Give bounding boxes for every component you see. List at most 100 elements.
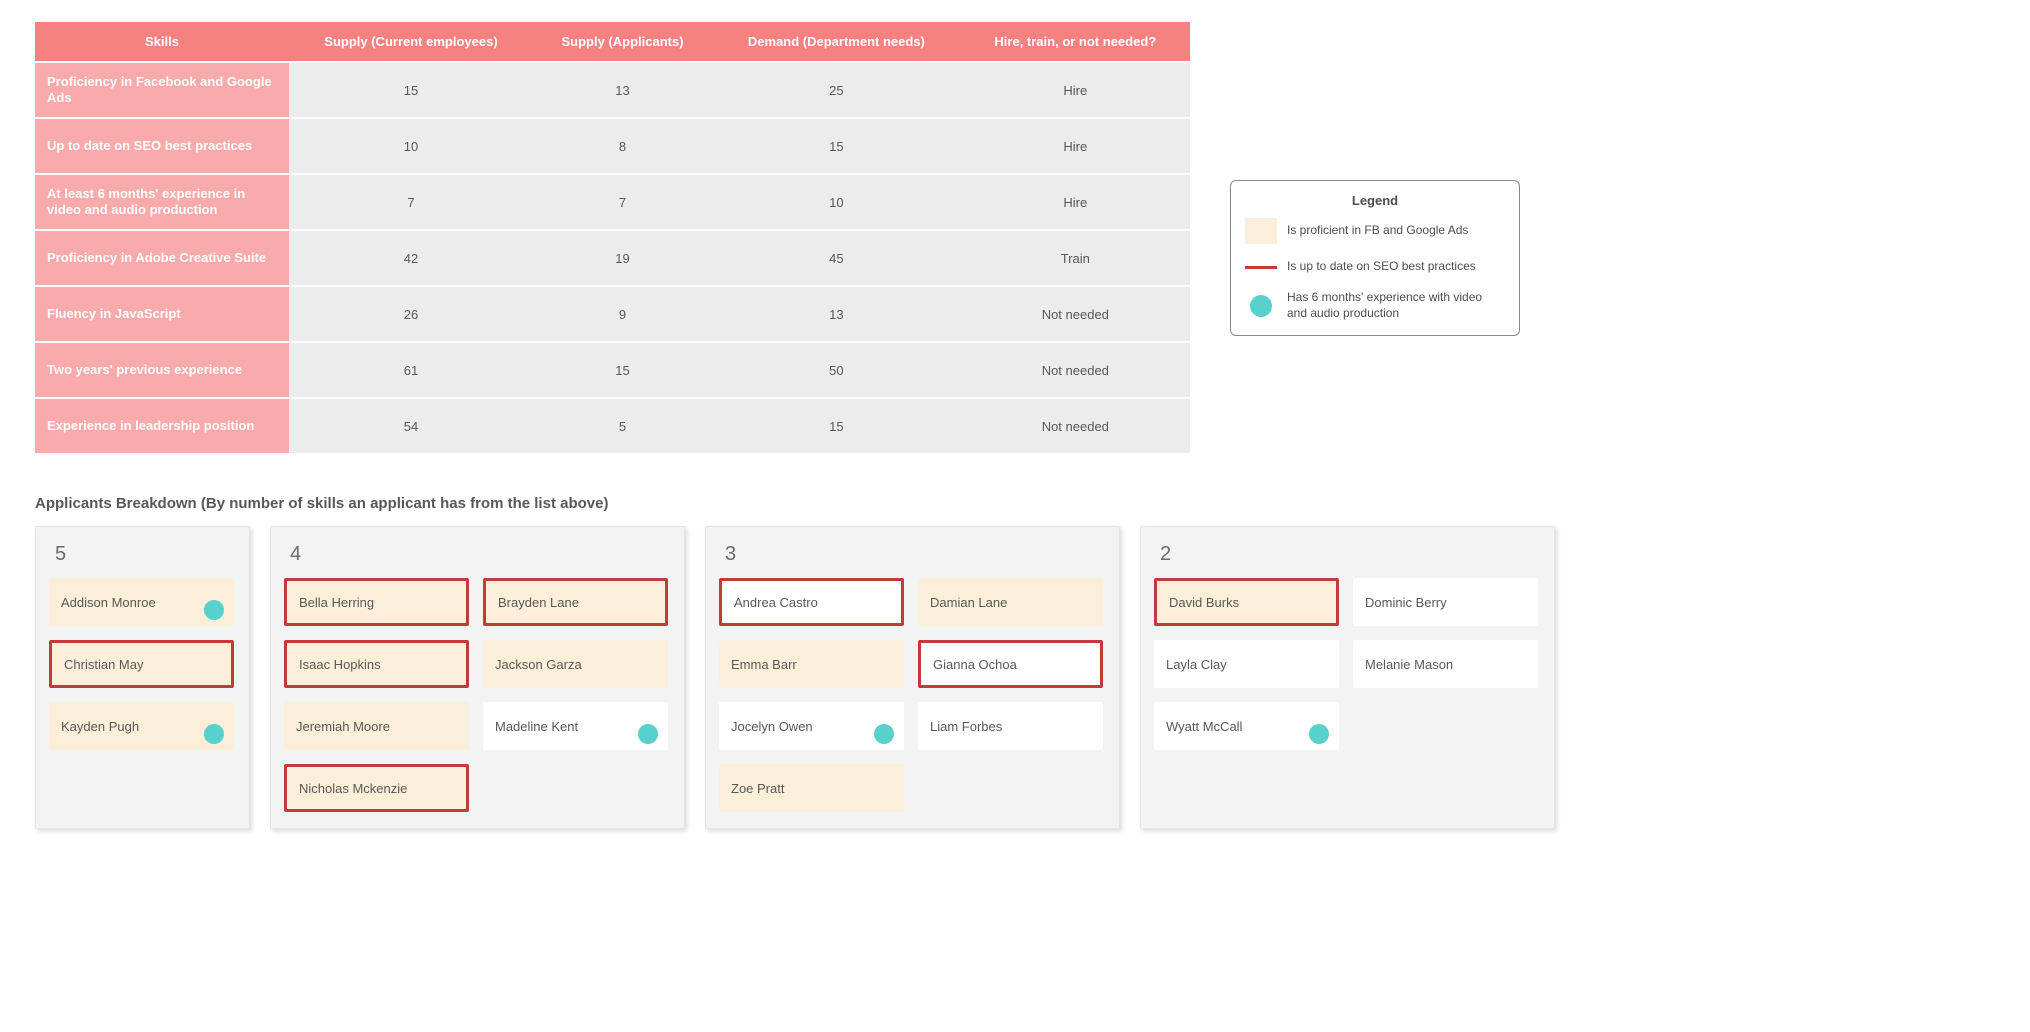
- applicant-card: Gianna Ochoa: [918, 640, 1103, 688]
- applicant-name: Madeline Kent: [495, 719, 578, 734]
- cell-action: Not needed: [961, 343, 1190, 397]
- cell-action: Hire: [961, 63, 1190, 117]
- applicant-card: Andrea Castro: [719, 578, 904, 626]
- applicant-card: Dominic Berry: [1353, 578, 1538, 626]
- applicant-name: Dominic Berry: [1365, 595, 1447, 610]
- cell-demand: 10: [712, 175, 960, 229]
- cell-demand: 50: [712, 343, 960, 397]
- card-grid: Bella Herring Brayden Lane Isaac Hopkins Ja…: [284, 578, 671, 812]
- legend-swatch-video-icon: [1250, 295, 1272, 317]
- applicant-name: David Burks: [1169, 595, 1239, 610]
- cell-skill-name: Up to date on SEO best practices: [35, 119, 289, 173]
- col-skills: Skills: [35, 22, 289, 61]
- legend-swatch-video-wrap: [1245, 293, 1277, 319]
- applicant-name: Nicholas Mckenzie: [299, 781, 407, 796]
- applicant-name: Isaac Hopkins: [299, 657, 381, 672]
- table-row: At least 6 months' experience in video a…: [35, 175, 1190, 229]
- applicant-name: Jackson Garza: [495, 657, 582, 672]
- card-grid: Addison Monroe Christian May Kayden Pugh: [49, 578, 236, 750]
- cell-skill-name: At least 6 months' experience in video a…: [35, 175, 289, 229]
- applicant-name: Christian May: [64, 657, 143, 672]
- applicant-name: Damian Lane: [930, 595, 1007, 610]
- breakdown-heading: Applicants Breakdown (By number of skill…: [35, 495, 1925, 512]
- applicant-name: Jocelyn Owen: [731, 719, 813, 734]
- cell-action: Hire: [961, 175, 1190, 229]
- cell-supply_app: 5: [533, 399, 712, 453]
- legend-swatch-fb-icon: [1245, 218, 1277, 244]
- cell-supply_app: 15: [533, 343, 712, 397]
- applicant-name: Melanie Mason: [1365, 657, 1453, 672]
- table-row: Fluency in JavaScript26913Not needed: [35, 287, 1190, 341]
- applicant-name: Kayden Pugh: [61, 719, 139, 734]
- applicant-card: Madeline Kent: [483, 702, 668, 750]
- cell-action: Hire: [961, 119, 1190, 173]
- video-dot-icon: [1309, 724, 1329, 744]
- applicant-name: Andrea Castro: [734, 595, 818, 610]
- cell-demand: 45: [712, 231, 960, 285]
- cell-skill-name: Proficiency in Facebook and Google Ads: [35, 63, 289, 117]
- cell-supply_emp: 15: [289, 63, 533, 117]
- table-row: Experience in leadership position54515No…: [35, 399, 1190, 453]
- cell-supply_app: 7: [533, 175, 712, 229]
- applicant-card: Jeremiah Moore: [284, 702, 469, 750]
- group-label: 5: [55, 543, 236, 566]
- applicant-card: Nicholas Mckenzie: [284, 764, 469, 812]
- group-label: 4: [290, 543, 671, 566]
- cell-supply_emp: 7: [289, 175, 533, 229]
- card-grid: David BurksDominic BerryLayla ClayMelani…: [1154, 578, 1541, 750]
- cell-supply_app: 9: [533, 287, 712, 341]
- skill-count-group: 3Andrea CastroDamian LaneEmma BarrGianna…: [705, 526, 1120, 829]
- cell-supply_app: 13: [533, 63, 712, 117]
- cell-supply_emp: 54: [289, 399, 533, 453]
- cell-supply_emp: 61: [289, 343, 533, 397]
- top-row: Skills Supply (Current employees) Supply…: [35, 20, 1925, 455]
- cell-supply_app: 19: [533, 231, 712, 285]
- cell-demand: 25: [712, 63, 960, 117]
- applicant-name: Jeremiah Moore: [296, 719, 390, 734]
- applicant-name: Zoe Pratt: [731, 781, 784, 796]
- applicant-card: Isaac Hopkins: [284, 640, 469, 688]
- card-grid: Andrea Castro Damian Lane Emma Barr Gianna …: [719, 578, 1106, 812]
- legend-text-fb: Is proficient in FB and Google Ads: [1287, 223, 1505, 239]
- table-row: Proficiency in Facebook and Google Ads15…: [35, 63, 1190, 117]
- cell-skill-name: Two years' previous experience: [35, 343, 289, 397]
- table-header-row: Skills Supply (Current employees) Supply…: [35, 22, 1190, 61]
- applicant-name: Gianna Ochoa: [933, 657, 1017, 672]
- applicant-card: Zoe Pratt: [719, 764, 904, 812]
- applicant-card: Jackson Garza: [483, 640, 668, 688]
- applicant-card: Melanie Mason: [1353, 640, 1538, 688]
- applicant-card: Damian Lane: [918, 578, 1103, 626]
- legend-text-video: Has 6 months' experience with video and …: [1287, 290, 1505, 321]
- video-dot-icon: [638, 724, 658, 744]
- cell-skill-name: Proficiency in Adobe Creative Suite: [35, 231, 289, 285]
- applicant-card: Emma Barr: [719, 640, 904, 688]
- skill-count-group: 4 Bella Herring Brayden Lane Isaac Hopkins J…: [270, 526, 685, 829]
- applicant-name: Addison Monroe: [61, 595, 156, 610]
- cell-supply_emp: 10: [289, 119, 533, 173]
- cell-action: Train: [961, 231, 1190, 285]
- cell-supply_emp: 26: [289, 287, 533, 341]
- cell-demand: 15: [712, 399, 960, 453]
- legend-row-fb: Is proficient in FB and Google Ads: [1245, 218, 1505, 244]
- cell-action: Not needed: [961, 287, 1190, 341]
- col-supply-applicants: Supply (Applicants): [533, 22, 712, 61]
- cell-demand: 13: [712, 287, 960, 341]
- applicant-name: Bella Herring: [299, 595, 374, 610]
- cell-skill-name: Fluency in JavaScript: [35, 287, 289, 341]
- legend-box: Legend Is proficient in FB and Google Ad…: [1230, 180, 1520, 336]
- legend-title: Legend: [1245, 193, 1505, 208]
- legend-swatch-seo-icon: [1245, 266, 1277, 269]
- skills-table: Skills Supply (Current employees) Supply…: [35, 20, 1190, 455]
- applicant-card: Brayden Lane: [483, 578, 668, 626]
- applicant-card: Christian May: [49, 640, 234, 688]
- breakdown-groups: 5 Addison Monroe Christian May Kayden Pugh 4…: [35, 526, 1925, 829]
- group-label: 2: [1160, 543, 1541, 566]
- cell-supply_emp: 42: [289, 231, 533, 285]
- applicant-card: Kayden Pugh: [49, 702, 234, 750]
- applicant-name: Liam Forbes: [930, 719, 1002, 734]
- applicant-card: Wyatt McCall: [1154, 702, 1339, 750]
- col-supply-employees: Supply (Current employees): [289, 22, 533, 61]
- applicant-card: Jocelyn Owen: [719, 702, 904, 750]
- cell-supply_app: 8: [533, 119, 712, 173]
- col-demand: Demand (Department needs): [712, 22, 960, 61]
